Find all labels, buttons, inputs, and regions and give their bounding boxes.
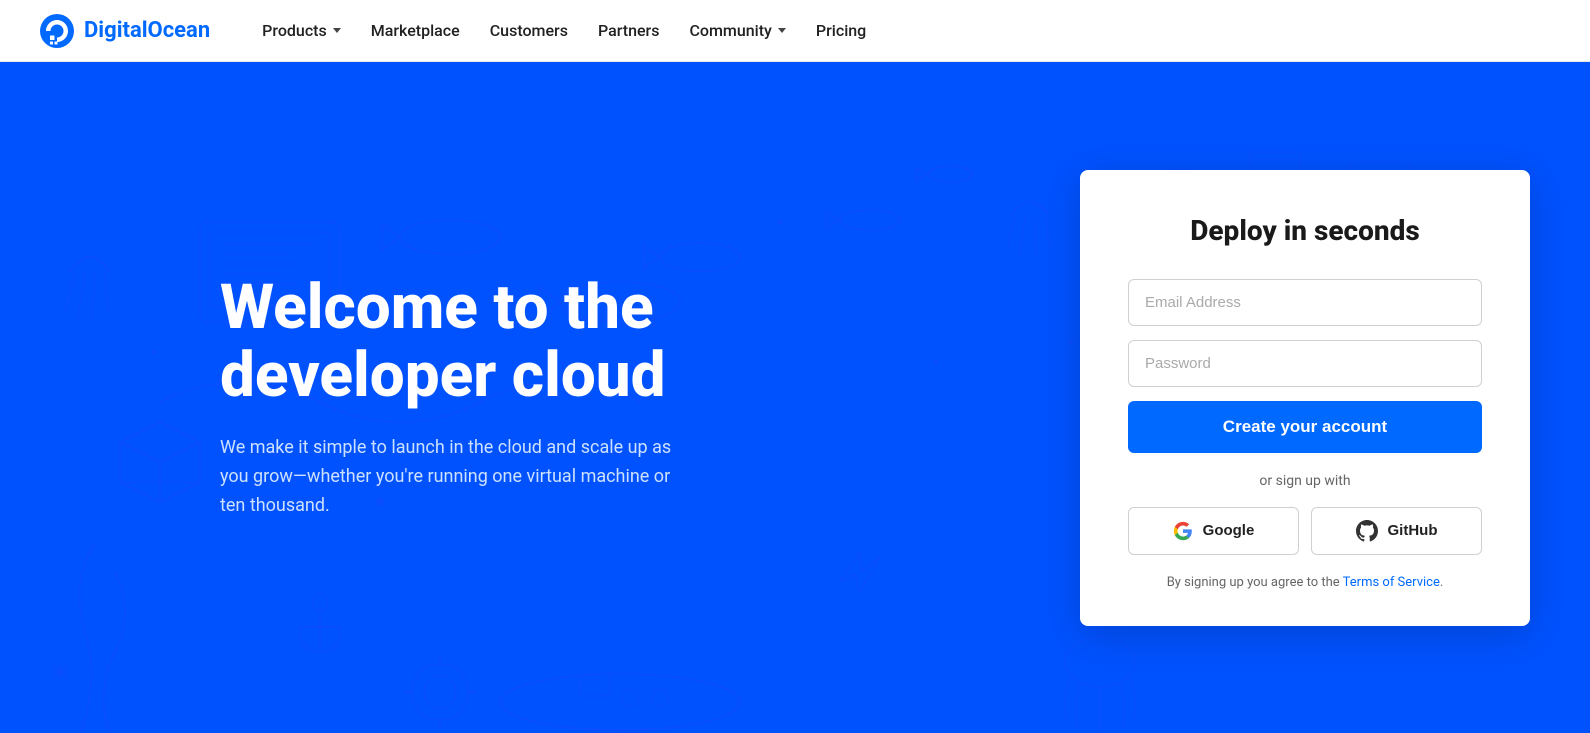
google-button-label: Google (1203, 522, 1255, 539)
digitalocean-logo-icon (40, 14, 74, 48)
brand-logo[interactable]: DigitalOcean (40, 14, 210, 48)
nav-item-pricing[interactable]: Pricing (804, 13, 878, 48)
create-account-button[interactable]: Create your account (1128, 401, 1482, 453)
signup-card-title: Deploy in seconds (1128, 214, 1482, 247)
nav-link-products[interactable]: Products (250, 13, 353, 48)
or-divider: or sign up with (1128, 473, 1482, 489)
nav-item-customers[interactable]: Customers (478, 13, 580, 48)
hero-content: Welcome to the developer cloud We make i… (0, 274, 680, 521)
github-signup-button[interactable]: GitHub (1311, 507, 1482, 555)
hero-section: Welcome to the developer cloud We make i… (0, 62, 1590, 733)
nav-link-community[interactable]: Community (677, 13, 797, 48)
signup-card: Deploy in seconds Create your account or… (1080, 170, 1530, 626)
nav-links: Products Marketplace Customers Partners … (250, 13, 878, 48)
nav-link-marketplace[interactable]: Marketplace (359, 13, 472, 48)
social-buttons: Google GitHub (1128, 507, 1482, 555)
github-button-label: GitHub (1388, 522, 1438, 539)
github-icon (1356, 520, 1378, 542)
nav-item-community[interactable]: Community (677, 13, 797, 48)
hero-title: Welcome to the developer cloud (220, 274, 680, 410)
chevron-down-icon (333, 28, 341, 33)
terms-of-service-link[interactable]: Terms of Service (1343, 575, 1440, 590)
google-signup-button[interactable]: Google (1128, 507, 1299, 555)
nav-item-partners[interactable]: Partners (586, 13, 672, 48)
brand-name: DigitalOcean (84, 18, 210, 43)
navbar: DigitalOcean Products Marketplace Custom… (0, 0, 1590, 62)
chevron-down-icon (778, 28, 786, 33)
email-input[interactable] (1128, 279, 1482, 326)
password-input[interactable] (1128, 340, 1482, 387)
google-icon (1173, 521, 1193, 541)
tos-text: By signing up you agree to the Terms of … (1128, 575, 1482, 590)
nav-link-pricing[interactable]: Pricing (804, 13, 878, 48)
nav-item-marketplace[interactable]: Marketplace (359, 13, 472, 48)
nav-link-customers[interactable]: Customers (478, 13, 580, 48)
nav-item-products[interactable]: Products (250, 13, 353, 48)
nav-link-partners[interactable]: Partners (586, 13, 672, 48)
hero-subtitle: We make it simple to launch in the cloud… (220, 434, 680, 520)
